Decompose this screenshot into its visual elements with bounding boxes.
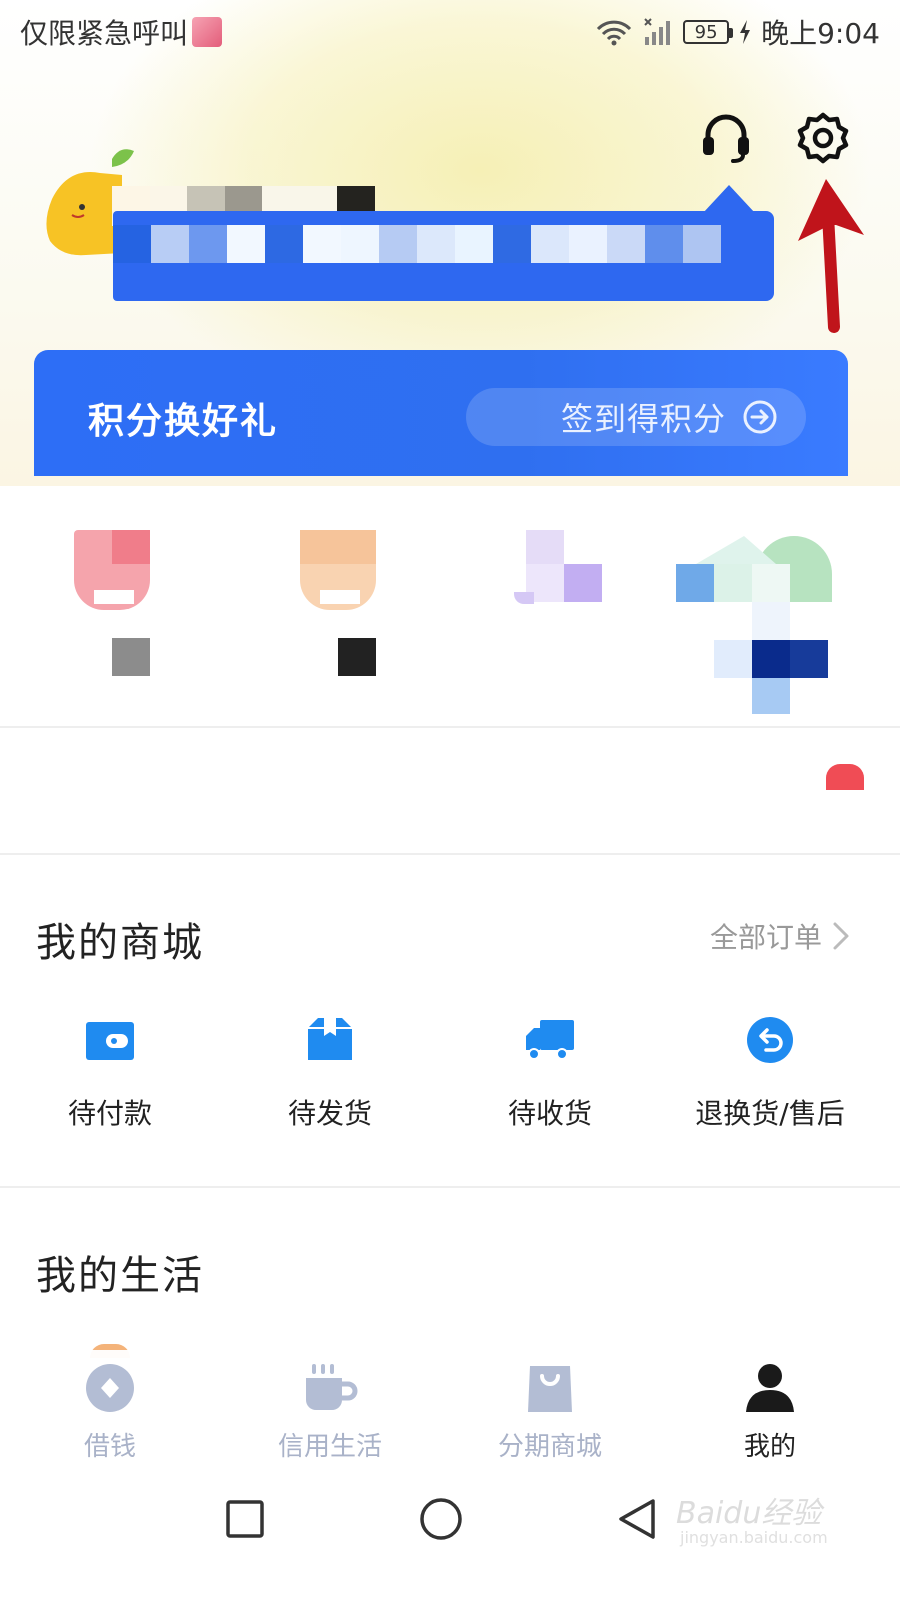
nav-item-borrow[interactable]: 借钱: [0, 1360, 220, 1463]
clock: 晚上9:04: [761, 17, 880, 50]
points-card[interactable]: 积分换好礼 签到得积分: [34, 350, 848, 476]
battery-level: 95: [694, 21, 718, 43]
signal-icon: [644, 18, 671, 45]
recents-button[interactable]: [220, 1494, 270, 1544]
carrier-text: 仅限紧急呼叫: [20, 17, 189, 50]
watermark: Baidu经验: [676, 1496, 822, 1531]
divider: [0, 1186, 900, 1188]
nav-label: 信用生活: [277, 1432, 382, 1462]
my-life-title: 我的生活: [36, 1253, 204, 1299]
order-label: 退换货/售后: [695, 1097, 845, 1130]
watermark-url: jingyan.baidu.com: [680, 1528, 828, 1547]
headset-icon: [703, 114, 749, 163]
nav-label: 我的: [743, 1432, 796, 1462]
signin-label: 签到得积分: [560, 400, 726, 438]
coin-icon: [86, 1364, 134, 1412]
nav-item-credit-life[interactable]: 信用生活: [220, 1360, 440, 1463]
my-mall-title: 我的商城: [36, 920, 204, 966]
gear-icon: [797, 112, 849, 164]
member-banner[interactable]: [113, 185, 774, 301]
all-orders-label: 全部订单: [709, 921, 822, 954]
status-right: 95 晚上9:04: [595, 12, 880, 52]
order-label: 待收货: [507, 1097, 592, 1130]
nav-label: 借钱: [83, 1432, 136, 1462]
home-button[interactable]: [416, 1494, 466, 1544]
arrow-right-circle-icon: [743, 400, 777, 434]
shortcut-row-masked: [0, 486, 900, 726]
back-button[interactable]: [612, 1494, 662, 1544]
shortcut-item-3[interactable]: [514, 530, 604, 610]
order-pending-payment[interactable]: 待付款: [0, 1014, 220, 1134]
shortcut-item-1[interactable]: [74, 530, 154, 680]
box-icon: [308, 1018, 352, 1060]
chevron-right-icon: [833, 922, 849, 950]
all-orders-link[interactable]: 全部订单: [710, 916, 850, 956]
settings-button[interactable]: [795, 110, 851, 166]
order-pending-shipment[interactable]: 待发货: [220, 1014, 440, 1134]
order-label: 待发货: [287, 1097, 372, 1130]
nav-item-me[interactable]: 我的: [660, 1360, 880, 1463]
status-left: 仅限紧急呼叫: [20, 12, 223, 52]
bottom-nav: 借钱 信用生活 分期商城 我的: [0, 1350, 900, 1470]
truck-icon: [526, 1020, 574, 1060]
person-icon: [746, 1364, 794, 1412]
bag-icon: [528, 1366, 572, 1412]
divider: [0, 726, 900, 728]
wifi-icon: [597, 20, 632, 46]
order-after-sales[interactable]: 退换货/售后: [660, 1014, 880, 1134]
divider: [0, 853, 900, 855]
member-info-masked: [113, 225, 721, 263]
notification-badge: [826, 764, 864, 790]
square-icon: [226, 1500, 264, 1538]
sim-icon: [192, 17, 223, 47]
order-label: 待付款: [67, 1097, 152, 1130]
triangle-back-icon: [619, 1499, 655, 1539]
battery-icon: 95: [683, 20, 734, 44]
cup-icon: [306, 1364, 358, 1410]
status-bar: 仅限紧急呼叫 95 晚上9:04: [0, 0, 900, 62]
red-arrow-annotation: [798, 179, 864, 333]
shortcut-item-2[interactable]: [300, 530, 380, 680]
return-icon: [747, 1017, 793, 1063]
nav-label: 分期商城: [497, 1432, 602, 1462]
wallet-icon: [86, 1022, 134, 1060]
circle-icon: [420, 1498, 462, 1540]
charging-icon: [740, 20, 751, 44]
nav-item-installment-mall[interactable]: 分期商城: [440, 1360, 660, 1463]
signin-button[interactable]: 签到得积分: [466, 388, 806, 446]
customer-service-button[interactable]: [698, 110, 754, 166]
shortcut-item-4[interactable]: [676, 530, 836, 720]
order-pending-receipt[interactable]: 待收货: [440, 1014, 660, 1134]
points-title: 积分换好礼: [88, 401, 279, 442]
